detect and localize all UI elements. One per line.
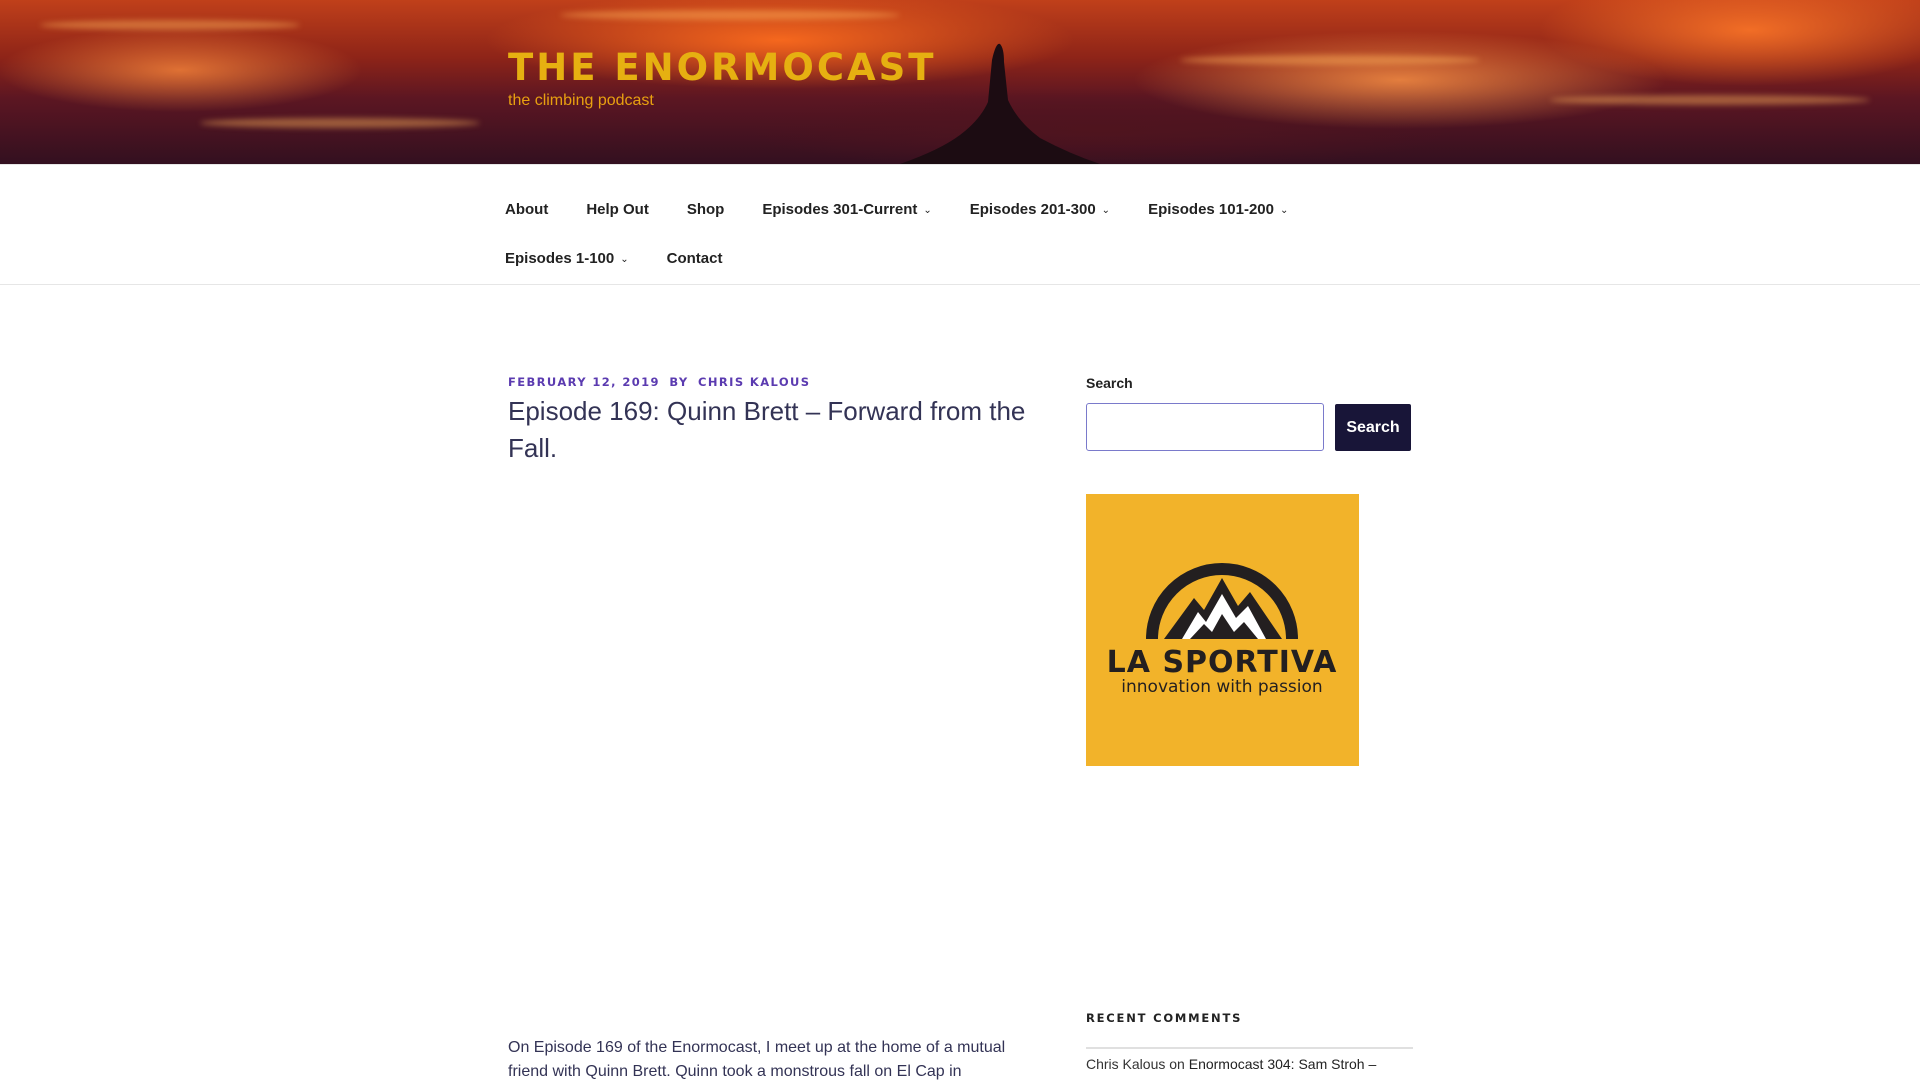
nav-item-episodes-101-200[interactable]: Episodes 101-200 ⌄: [1129, 191, 1307, 228]
nav-item-shop[interactable]: Shop: [668, 191, 744, 228]
cloud-streak: [200, 118, 480, 128]
comment-author[interactable]: Chris Kalous: [1086, 1056, 1165, 1072]
site-branding: THE ENORMOCAST the climbing podcast: [508, 46, 937, 110]
site-header: THE ENORMOCAST the climbing podcast: [0, 0, 1920, 164]
search-label: Search: [1086, 375, 1133, 391]
nav-item-episodes-301-current[interactable]: Episodes 301-Current ⌄: [743, 191, 950, 228]
nav-item-label: Contact: [666, 250, 723, 267]
cloud-streak: [40, 20, 300, 30]
nav-item-label: Shop: [686, 201, 725, 218]
nav-item-label: Episodes 201-300: [969, 201, 1096, 218]
nav-item-contact[interactable]: Contact: [648, 240, 742, 277]
cloud-streak: [1180, 55, 1480, 65]
nav-item-label: About: [505, 201, 549, 218]
comment-connector: on: [1169, 1056, 1185, 1072]
search-button[interactable]: Search: [1335, 404, 1411, 451]
site-tagline: the climbing podcast: [508, 92, 654, 109]
main-navigation: About Help Out Shop Episodes 301-Current ⌄ Ep…: [0, 164, 1920, 285]
post-author[interactable]: CHRIS KALOUS: [698, 375, 810, 389]
nav-item-help-out[interactable]: Help Out: [567, 191, 668, 228]
post-title[interactable]: Episode 169: Quinn Brett – Forward from …: [508, 393, 1038, 467]
nav-item-label: Episodes 1-100: [505, 250, 615, 267]
chevron-down-icon: ⌄: [1101, 205, 1111, 216]
cloud-streak: [560, 10, 900, 20]
chevron-down-icon: ⌄: [923, 205, 932, 216]
nav-item-episodes-1-100[interactable]: Episodes 1-100 ⌄: [486, 240, 648, 277]
nav-row-primary: About Help Out Shop Episodes 301-Current ⌄ Ep…: [486, 191, 1307, 228]
recent-comments-title: RECENT COMMENTS: [1086, 1011, 1243, 1025]
post-date[interactable]: FEBRUARY 12, 2019: [508, 375, 660, 389]
widget-divider: [1086, 1047, 1413, 1049]
chevron-down-icon: ⌄: [1279, 205, 1289, 216]
ad-slogan-text: innovation with passion: [1121, 677, 1322, 697]
site-title[interactable]: THE ENORMOCAST: [508, 46, 937, 90]
podcast-embed-area: [508, 480, 1030, 1000]
chevron-down-icon: ⌄: [620, 254, 629, 265]
cloud-streak: [1550, 95, 1870, 105]
comment-post-link[interactable]: Enormocast 304: Sam Stroh –: [1189, 1056, 1377, 1072]
nav-item-label: Episodes 101-200: [1148, 201, 1274, 218]
search-input[interactable]: [1086, 403, 1324, 451]
byline-label: BY: [669, 375, 689, 389]
nav-item-label: Episodes 301-Current: [762, 201, 918, 218]
recent-comment-item: Chris Kalous on Enormocast 304: Sam Stro…: [1086, 1056, 1416, 1072]
nav-item-about[interactable]: About: [486, 191, 567, 228]
la-sportiva-logo: LA SPORTIVA innovation with passion: [1107, 563, 1338, 697]
nav-row-secondary: Episodes 1-100 ⌄ Contact: [486, 240, 741, 277]
post-excerpt: On Episode 169 of the Enormocast, I meet…: [508, 1039, 1006, 1080]
ad-brand-text: LA SPORTIVA: [1107, 645, 1338, 680]
entry-meta: FEBRUARY 12, 2019 BY CHRIS KALOUS: [508, 375, 810, 389]
nav-item-label: Help Out: [586, 201, 649, 218]
la-sportiva-ad[interactable]: LA SPORTIVA innovation with passion: [1086, 494, 1359, 766]
nav-item-episodes-201-300[interactable]: Episodes 201-300 ⌄: [951, 191, 1129, 228]
